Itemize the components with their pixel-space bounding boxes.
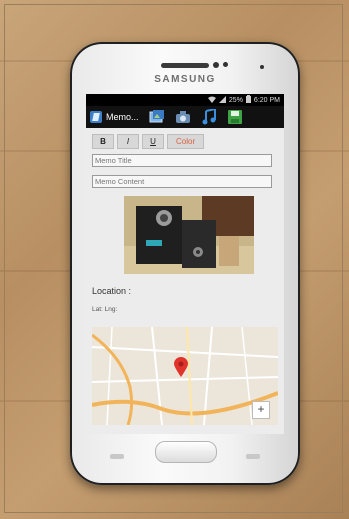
phone-device: SAMSUNG 25% 6:20 PM Memo... B I U Color … <box>70 42 300 485</box>
italic-button[interactable]: I <box>117 134 139 149</box>
app-logo-icon <box>90 111 102 123</box>
color-button[interactable]: Color <box>167 134 205 149</box>
proximity-sensor-icon <box>260 65 264 69</box>
map-zoom-in-button[interactable]: + <box>252 401 270 419</box>
battery-percent: 25% <box>228 96 243 104</box>
memo-content-input[interactable]: Memo Content <box>92 175 272 188</box>
format-toolbar: B I U Color <box>92 134 278 149</box>
app-title: Memo... <box>106 112 139 122</box>
underline-button[interactable]: U <box>142 134 164 149</box>
signal-icon <box>218 95 226 105</box>
home-button[interactable] <box>155 441 217 463</box>
menu-key[interactable] <box>110 454 124 459</box>
memo-editor: B I U Color Memo Title Memo Content Loca… <box>86 128 284 425</box>
map-pin-icon <box>174 357 188 382</box>
memo-title-input[interactable]: Memo Title <box>92 154 272 167</box>
phone-screen: 25% 6:20 PM Memo... B I U Color Memo Tit… <box>86 94 284 434</box>
front-camera-icon <box>213 62 219 68</box>
wifi-icon <box>207 96 216 105</box>
save-icon[interactable] <box>227 109 243 125</box>
device-brand: SAMSUNG <box>154 74 216 85</box>
camera-icon[interactable] <box>175 109 191 125</box>
earpiece-speaker <box>161 63 209 68</box>
attached-photo[interactable] <box>124 196 254 274</box>
gallery-icon[interactable] <box>149 109 165 125</box>
location-label: Location : <box>92 286 132 296</box>
location-map[interactable]: + <box>92 327 278 425</box>
sensor-icon <box>223 62 228 67</box>
latlng-text: Lat: Lng: <box>92 306 118 313</box>
back-key[interactable] <box>246 454 260 459</box>
bold-button[interactable]: B <box>92 134 114 149</box>
clock: 6:20 PM <box>253 96 280 104</box>
music-icon[interactable] <box>201 109 217 125</box>
status-bar: 25% 6:20 PM <box>86 94 284 106</box>
action-bar: Memo... <box>86 106 284 128</box>
battery-icon <box>245 95 251 105</box>
